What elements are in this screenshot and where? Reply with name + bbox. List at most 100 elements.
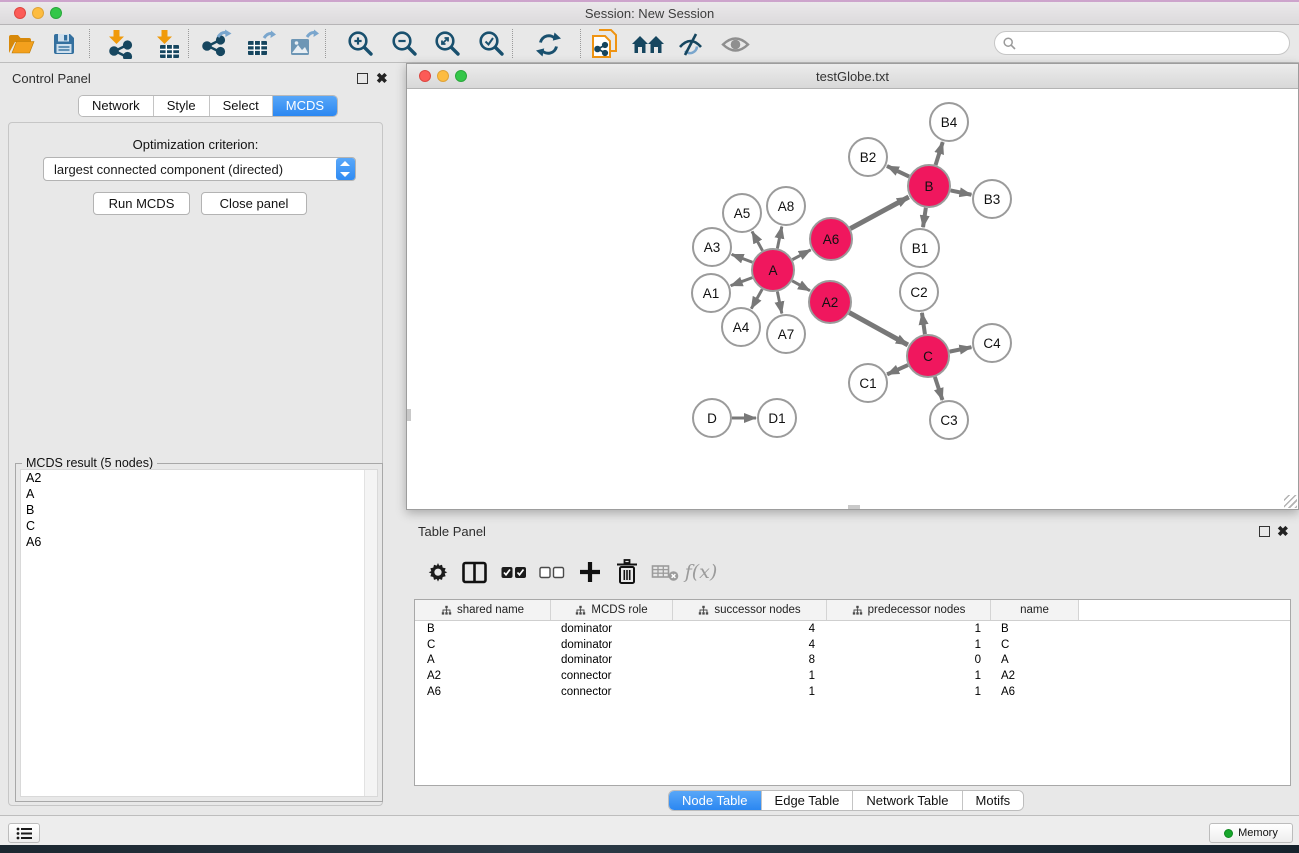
graph-node-C2[interactable]: C2 — [900, 273, 938, 311]
table-tab-edge-table[interactable]: Edge Table — [762, 791, 854, 810]
graph-edge-C-C4[interactable] — [950, 347, 972, 351]
column-header-name[interactable]: name — [991, 600, 1079, 620]
export-network-icon[interactable] — [200, 28, 234, 60]
graph-edge-A-A1[interactable] — [731, 278, 753, 286]
column-header-successor-nodes[interactable]: successor nodes — [673, 600, 827, 620]
refresh-layout-icon[interactable] — [531, 28, 565, 60]
close-table-panel-icon[interactable]: ✖ — [1277, 526, 1289, 537]
column-header-mcds-role[interactable]: MCDS role — [551, 600, 673, 620]
column-header-predecessor-nodes[interactable]: predecessor nodes — [827, 600, 991, 620]
tab-select[interactable]: Select — [210, 96, 273, 116]
graph-edge-A-A6[interactable] — [792, 250, 810, 260]
table-tab-node-table[interactable]: Node Table — [669, 791, 762, 810]
add-column-icon[interactable] — [573, 556, 607, 588]
mcds-result-list[interactable]: A2ABCA6 — [20, 469, 378, 797]
graph-edge-A2-C[interactable] — [849, 313, 908, 345]
birds-eye-view-icon[interactable] — [718, 28, 752, 60]
network-window-zoom-button[interactable] — [455, 70, 467, 82]
graph-node-A2[interactable]: A2 — [809, 281, 851, 323]
graph-node-A6[interactable]: A6 — [810, 218, 852, 260]
tab-network[interactable]: Network — [79, 96, 154, 116]
run-mcds-button[interactable]: Run MCDS — [93, 192, 190, 215]
graph-edge-A-A3[interactable] — [732, 254, 753, 262]
zoom-in-icon[interactable] — [344, 28, 378, 60]
export-table-icon[interactable] — [244, 28, 278, 60]
close-panel-icon[interactable]: ✖ — [376, 73, 388, 84]
search-input[interactable] — [1016, 34, 1289, 52]
graph-edge-C-C2[interactable] — [922, 313, 925, 334]
mcds-result-item[interactable]: A — [21, 486, 377, 502]
tab-style[interactable]: Style — [154, 96, 210, 116]
graph-node-A4[interactable]: A4 — [722, 308, 760, 346]
hide-graphics-details-icon[interactable] — [673, 28, 707, 60]
vertical-scroll-thumb[interactable] — [407, 409, 411, 421]
mcds-result-item[interactable]: A2 — [21, 470, 377, 486]
graph-node-A5[interactable]: A5 — [723, 194, 761, 232]
window-minimize-button[interactable] — [32, 7, 44, 19]
new-network-from-selection-icon[interactable] — [588, 28, 622, 60]
zoom-fit-icon[interactable] — [431, 28, 465, 60]
resize-handle[interactable] — [1284, 495, 1297, 508]
network-graph[interactable]: AA1A2A3A4A5A6A7A8BB1B2B3B4CC1C2C3C4DD1 — [407, 89, 1298, 509]
network-window-close-button[interactable] — [419, 70, 431, 82]
graph-node-A[interactable]: A — [752, 249, 794, 291]
select-all-icon[interactable] — [497, 556, 531, 588]
close-panel-button[interactable]: Close panel — [201, 192, 307, 215]
zoom-selected-icon[interactable] — [475, 28, 509, 60]
window-close-button[interactable] — [14, 7, 26, 19]
graph-node-A7[interactable]: A7 — [767, 315, 805, 353]
graph-node-A8[interactable]: A8 — [767, 187, 805, 225]
graph-node-B1[interactable]: B1 — [901, 229, 939, 267]
graph-edge-A-A2[interactable] — [792, 281, 810, 291]
network-canvas[interactable]: AA1A2A3A4A5A6A7A8BB1B2B3B4CC1C2C3C4DD1 — [407, 89, 1298, 509]
tab-mcds[interactable]: MCDS — [273, 96, 337, 116]
graph-node-C[interactable]: C — [907, 335, 949, 377]
memory-button[interactable]: Memory — [1209, 823, 1293, 843]
graph-node-B3[interactable]: B3 — [973, 180, 1011, 218]
graph-node-B4[interactable]: B4 — [930, 103, 968, 141]
import-network-icon[interactable] — [101, 28, 135, 60]
graph-node-B[interactable]: B — [908, 165, 950, 207]
mcds-result-item[interactable]: B — [21, 502, 377, 518]
graph-edge-A-A4[interactable] — [751, 289, 762, 309]
float-table-panel-icon[interactable] — [1259, 526, 1270, 537]
graph-node-C1[interactable]: C1 — [849, 364, 887, 402]
table-row[interactable]: A2connector11A2 — [415, 668, 1290, 684]
graph-node-D1[interactable]: D1 — [758, 399, 796, 437]
delete-column-icon[interactable] — [610, 556, 644, 588]
graph-edge-B-B1[interactable] — [923, 208, 926, 227]
scrollbar-track[interactable] — [364, 470, 377, 796]
table-row[interactable]: Bdominator41B — [415, 621, 1290, 637]
graph-edge-A-A7[interactable] — [777, 292, 781, 314]
float-panel-icon[interactable] — [357, 73, 368, 84]
table-row[interactable]: A6connector11A6 — [415, 684, 1290, 700]
graph-edge-B-B4[interactable] — [936, 142, 943, 165]
criterion-select[interactable]: largest connected component (directed) — [43, 157, 356, 181]
graph-edge-A6-B[interactable] — [850, 197, 908, 229]
graph-node-A1[interactable]: A1 — [692, 274, 730, 312]
network-window-minimize-button[interactable] — [437, 70, 449, 82]
table-tab-network-table[interactable]: Network Table — [853, 791, 962, 810]
export-image-icon[interactable] — [287, 28, 321, 60]
graph-edge-A-A5[interactable] — [752, 231, 762, 250]
graph-node-C4[interactable]: C4 — [973, 324, 1011, 362]
graph-node-A3[interactable]: A3 — [693, 228, 731, 266]
mcds-result-item[interactable]: A6 — [21, 534, 377, 550]
graph-edge-A-A8[interactable] — [777, 227, 781, 249]
table-row[interactable]: Cdominator41C — [415, 637, 1290, 653]
window-zoom-button[interactable] — [50, 7, 62, 19]
import-table-icon[interactable] — [149, 28, 183, 60]
column-layout-icon[interactable] — [457, 556, 491, 588]
graph-edge-B-B2[interactable] — [887, 166, 909, 177]
save-session-icon[interactable] — [47, 28, 81, 60]
table-tab-motifs[interactable]: Motifs — [963, 791, 1024, 810]
graph-node-C3[interactable]: C3 — [930, 401, 968, 439]
deselect-all-icon[interactable] — [535, 556, 569, 588]
open-session-icon[interactable] — [4, 28, 38, 60]
graph-edge-B-B3[interactable] — [951, 190, 972, 194]
mcds-result-item[interactable]: C — [21, 518, 377, 534]
graph-edge-C-C3[interactable] — [935, 377, 943, 400]
graph-edge-C-C1[interactable] — [887, 365, 908, 374]
zoom-out-icon[interactable] — [388, 28, 422, 60]
task-history-button[interactable] — [8, 823, 40, 843]
